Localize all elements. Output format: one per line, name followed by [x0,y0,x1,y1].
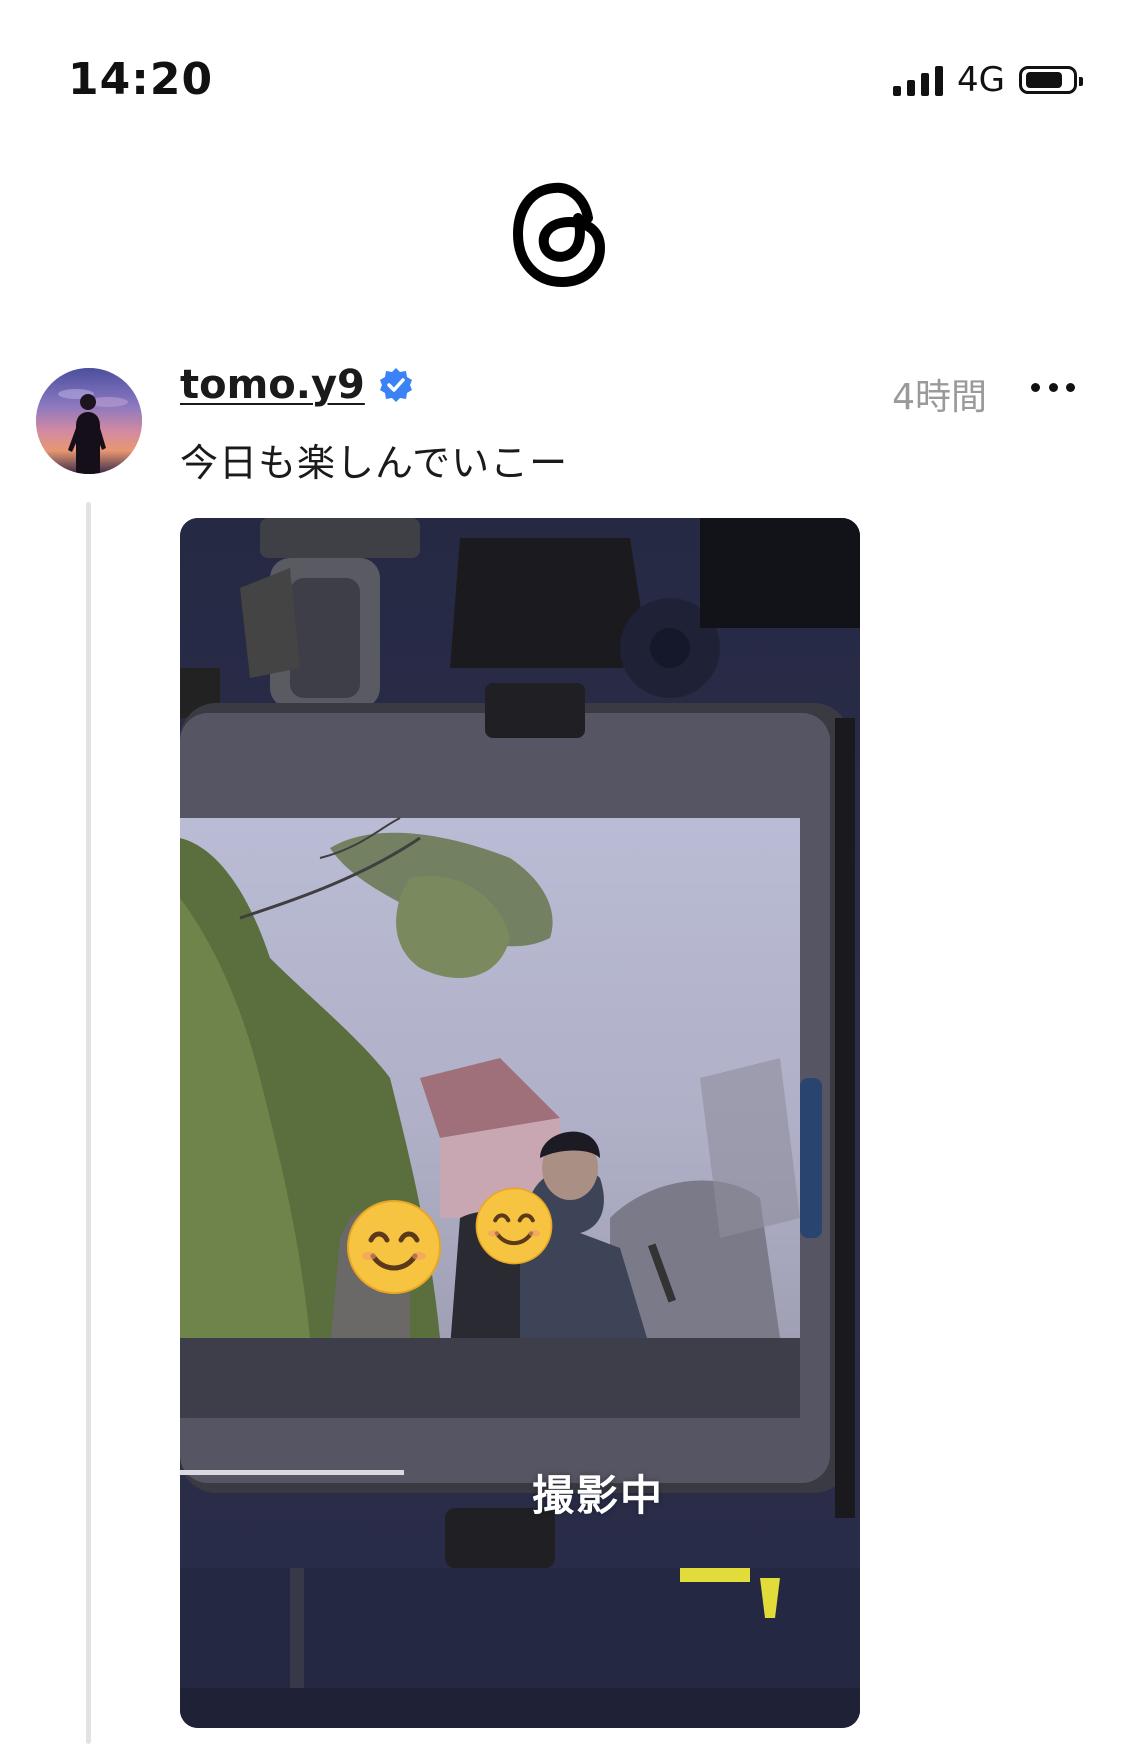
status-time: 14:20 [68,54,214,105]
smiling-face-emoji-icon [345,1198,443,1296]
battery-icon [1019,66,1083,94]
status-indicators: 4G [893,60,1083,100]
threads-logo-icon[interactable] [510,178,610,290]
status-bar: 14:20 4G [0,0,1125,150]
smiling-face-emoji-icon [474,1186,554,1266]
user-avatar[interactable] [36,368,142,474]
verified-badge-icon [377,366,415,404]
network-type-label: 4G [957,60,1005,100]
threads-post-screen: 14:20 4G tomo.y9 4時間 今日も楽しんでいこー 撮影中 [0,0,1125,1744]
username-link[interactable]: tomo.y9 [180,362,365,408]
image-caption-text: 撮影中 [532,1471,665,1520]
more-options-icon[interactable] [1031,372,1075,402]
post-text: 今日も楽しんでいこー [180,441,569,485]
username-row: tomo.y9 [180,362,415,408]
thread-line [86,502,91,1744]
post-image[interactable]: 撮影中 [180,518,860,1728]
post-timestamp: 4時間 [892,377,987,418]
cellular-signal-icon [893,64,944,96]
